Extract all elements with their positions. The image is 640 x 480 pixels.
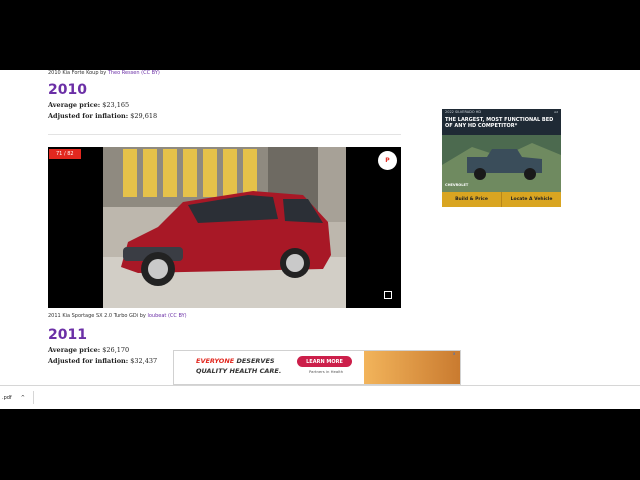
download-filename: .pdf xyxy=(2,394,12,401)
ad-line-2: QUALITY HEALTH CARE. xyxy=(196,367,282,375)
article-page: 2010 Kia Forte Koup by Theo Ressen (CC B… xyxy=(0,70,640,385)
ad-tag: 2022 SILVERADO HD xyxy=(445,110,482,114)
chevron-up-icon[interactable]: ^ xyxy=(21,395,25,401)
average-price-value: $23,165 xyxy=(102,101,130,109)
caption-credit-link[interactable]: Theo Ressen (CC BY) xyxy=(108,70,160,76)
adjusted-price-label: Adjusted for inflation: xyxy=(48,112,129,120)
ad-buttons: Build & Price Locate A Vehicle xyxy=(442,192,561,207)
car-photo[interactable] xyxy=(103,147,346,308)
fullscreen-icon[interactable] xyxy=(384,291,392,299)
adjusted-price-label: Adjusted for inflation: xyxy=(48,357,129,365)
pinterest-icon[interactable]: P xyxy=(378,151,397,170)
bottom-banner-ad[interactable]: EVERYONE DESERVES QUALITY HEALTH CARE. L… xyxy=(173,350,461,385)
photo-caption: 2011 Kia Sportage SX 2.0 Turbo GDi by lo… xyxy=(48,313,187,319)
section-divider xyxy=(48,134,401,135)
photo-caption-prev: 2010 Kia Forte Koup by Theo Ressen (CC B… xyxy=(48,70,160,76)
caption-text: 2010 Kia Forte Koup by xyxy=(48,70,107,76)
adjusted-price-value: $32,437 xyxy=(130,357,158,365)
adjusted-price-value: $29,618 xyxy=(130,112,158,120)
caption-text: 2011 Kia Sportage SX 2.0 Turbo GDi by xyxy=(48,313,146,319)
download-item[interactable]: .pdf ^ xyxy=(0,391,34,404)
average-price-2011: Average price: $26,170 xyxy=(48,346,129,354)
gallery-counter: 71 / 82 xyxy=(49,149,81,159)
ad-photo xyxy=(364,351,460,384)
average-price-value: $26,170 xyxy=(102,346,130,354)
caption-credit-link[interactable]: loubeat (CC BY) xyxy=(147,313,186,319)
year-heading-2011: 2011 xyxy=(48,327,87,343)
average-price-label: Average price: xyxy=(48,101,101,109)
download-bar: .pdf ^ xyxy=(0,385,640,409)
ad-line-1-rest: DESERVES xyxy=(234,357,275,365)
average-price-label: Average price: xyxy=(48,346,101,354)
ad-brand: CHEVROLET xyxy=(445,183,469,187)
ad-close-icon[interactable]: x xyxy=(453,351,459,357)
build-price-button[interactable]: Build & Price xyxy=(442,192,501,207)
ad-source: Ad xyxy=(554,110,558,114)
photo-gallery[interactable]: 71 / 82 P xyxy=(48,147,401,308)
average-price-2010: Average price: $23,165 xyxy=(48,101,129,109)
ad-headline: THE LARGEST, MOST FUNCTIONAL BED OF ANY … xyxy=(445,117,554,129)
partners-logo: Partners in Health xyxy=(309,369,344,374)
ad-highlight: EVERYONE xyxy=(196,357,235,365)
year-heading-2010: 2010 xyxy=(48,82,87,98)
adjusted-price-2010: Adjusted for inflation: $29,618 xyxy=(48,112,157,120)
ad-line-1: EVERYONE DESERVES xyxy=(196,357,275,365)
sidebar-ad[interactable]: 2022 SILVERADO HD Ad THE LARGEST, MOST F… xyxy=(442,109,561,207)
adjusted-price-2011: Adjusted for inflation: $32,437 xyxy=(48,357,157,365)
locate-vehicle-button[interactable]: Locate A Vehicle xyxy=(501,192,561,207)
learn-more-button[interactable]: LEARN MORE xyxy=(297,356,352,367)
